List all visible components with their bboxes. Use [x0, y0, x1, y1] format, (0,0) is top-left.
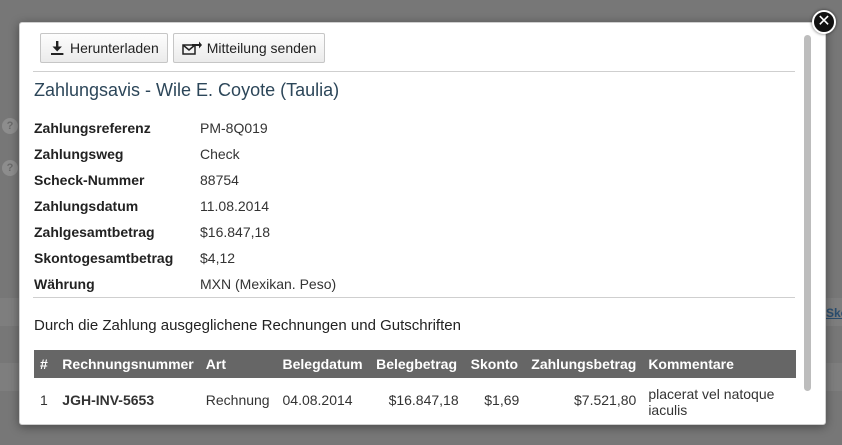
detail-row-payment-date: Zahlungsdatum 11.08.2014 [34, 193, 336, 219]
detail-value: 88754 [200, 172, 239, 188]
detail-label: Währung [34, 276, 95, 292]
column-header-payment-amount[interactable]: Zahlungsbetrag [525, 350, 643, 378]
payment-amount: $7.521,80 [574, 392, 637, 408]
divider [33, 71, 795, 72]
help-icon: ? [2, 118, 18, 134]
detail-value: 11.08.2014 [200, 198, 270, 214]
send-message-button[interactable]: Mitteilung senden [172, 33, 326, 63]
scrollbar-thumb[interactable] [804, 35, 811, 391]
divider [33, 297, 795, 298]
dialog-title: Zahlungsavis - Wile E. Coyote (Taulia) [34, 80, 340, 100]
document-amount: $16.847,18 [388, 392, 459, 408]
column-header-comments[interactable]: Kommentare [642, 350, 796, 378]
detail-value: Check [200, 146, 240, 162]
dialog-toolbar: Herunterladen Mitteilung senden [40, 33, 326, 63]
detail-label: Zahlungsdatum [34, 198, 139, 214]
detail-label: Zahlungsweg [34, 146, 124, 162]
help-icon: ? [2, 160, 18, 176]
close-icon[interactable]: ✕ [812, 10, 836, 34]
download-button-label: Herunterladen [70, 40, 159, 56]
table-row: 1 JGH-INV-5653 Rechnung 04.08.2014 $16.8… [34, 378, 796, 424]
comment: placerat vel natoque iaculis [648, 386, 775, 418]
payment-details: Zahlungsreferenz PM-8Q019 Zahlungsweg Ch… [34, 115, 336, 297]
detail-row-payment-reference: Zahlungsreferenz PM-8Q019 [34, 115, 336, 141]
invoice-number-link[interactable]: JGH-INV-5653 [56, 378, 199, 424]
detail-row-total-discount: Skontogesamtbetrag $4,12 [34, 245, 336, 271]
download-icon [49, 40, 65, 56]
download-button[interactable]: Herunterladen [40, 33, 168, 63]
row-index: 1 [40, 392, 48, 408]
detail-row-total-amount: Zahlgesamtbetrag $16.847,18 [34, 219, 336, 245]
send-message-icon [181, 40, 202, 56]
column-header-document-amount[interactable]: Belegbetrag [370, 350, 465, 378]
detail-value: $16.847,18 [200, 224, 271, 240]
column-header-discount[interactable]: Skonto [464, 350, 526, 378]
detail-row-check-number: Scheck-Nummer 88754 [34, 167, 336, 193]
detail-label: Scheck-Nummer [34, 172, 145, 188]
detail-label: Skontogesamtbetrag [34, 250, 174, 266]
detail-label: Zahlungsreferenz [34, 120, 151, 136]
detail-row-payment-method: Zahlungsweg Check [34, 141, 336, 167]
column-header-type[interactable]: Art [199, 350, 277, 378]
column-header-document-date[interactable]: Belegdatum [276, 350, 371, 378]
invoice-type: Rechnung [205, 392, 270, 408]
discount-amount: $1,69 [484, 392, 520, 408]
detail-label: Zahlgesamtbetrag [34, 224, 155, 240]
detail-value: $4,12 [200, 250, 236, 266]
invoices-heading: Durch die Zahlung ausgeglichene Rechnung… [34, 317, 461, 334]
background-column-link[interactable]: Sko [826, 306, 842, 320]
column-header-invoice-number[interactable]: Rechnungsnummer [56, 350, 200, 378]
detail-value: PM-8Q019 [200, 120, 268, 136]
invoices-table: # Rechnungsnummer Art Belegdatum Belegbe… [34, 350, 796, 424]
document-date: 04.08.2014 [282, 392, 353, 408]
table-header-row: # Rechnungsnummer Art Belegdatum Belegbe… [34, 350, 796, 378]
detail-row-currency: Währung MXN (Mexikan. Peso) [34, 271, 336, 297]
column-header-index[interactable]: # [34, 350, 57, 378]
detail-value: MXN (Mexikan. Peso) [200, 276, 337, 292]
payment-advice-dialog: Herunterladen Mitteilung senden Zahlungs… [19, 22, 826, 425]
send-message-button-label: Mitteilung senden [206, 40, 317, 56]
